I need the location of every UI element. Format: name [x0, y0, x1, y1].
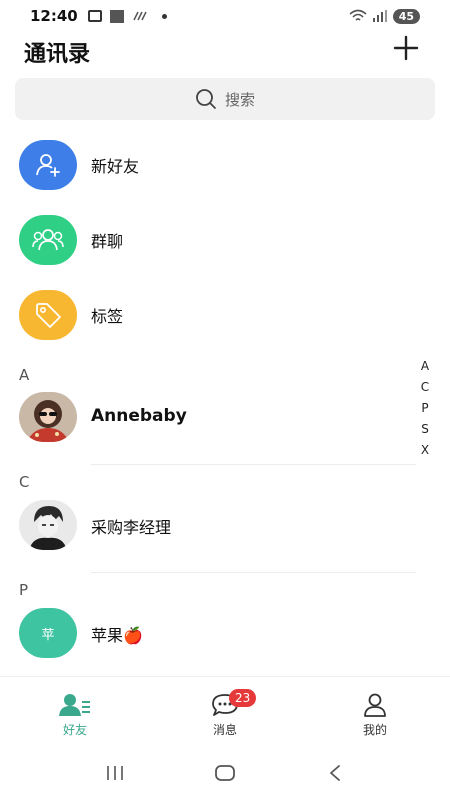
contact-row[interactable]: 采购李经理 [0, 488, 450, 596]
plus-icon [393, 35, 419, 61]
new-friend-icon-badge [19, 140, 77, 190]
search-bar[interactable]: 搜索 [15, 78, 435, 120]
home-button[interactable] [212, 760, 238, 786]
page-title: 通讯录 [24, 42, 91, 67]
friends-icon [59, 694, 90, 716]
row-divider [91, 572, 416, 573]
contacts-screen: 12:40 45 通讯录 搜索 新好友 群聊 标签 A Annebaby C 采… [0, 0, 450, 800]
bottom-nav: 好友 23 消息 我的 [0, 676, 450, 746]
signal-icon [372, 10, 387, 22]
group-chats-row[interactable]: 群聊 [0, 208, 450, 272]
new-friends-label: 新好友 [91, 157, 140, 176]
add-user-icon [36, 154, 60, 177]
index-letter-p[interactable]: P [421, 398, 428, 419]
more-notifications-dot [161, 13, 167, 19]
group-icon [32, 229, 64, 251]
tab-me[interactable]: 我的 [300, 677, 450, 746]
group-chat-icon-badge [19, 215, 77, 265]
new-friends-row[interactable]: 新好友 [0, 133, 450, 197]
screenshot-icon [87, 10, 102, 22]
tag-icon [36, 303, 61, 328]
status-system-icons: 45 [349, 8, 420, 24]
contact-name: 苹果🍎 [91, 626, 143, 645]
back-button[interactable] [322, 760, 348, 786]
tab-friends-label: 好友 [62, 723, 87, 737]
status-notification-icons [87, 9, 167, 23]
back-icon [330, 765, 340, 781]
avatar-photo-icon [19, 392, 77, 442]
tab-messages-label: 消息 [212, 723, 237, 737]
home-icon [215, 765, 235, 781]
avatar [19, 392, 77, 442]
avatar: 苹 [19, 608, 77, 658]
index-letter-x[interactable]: X [421, 440, 429, 461]
nfc-icon [133, 11, 147, 21]
avatar-photo-icon [19, 500, 77, 550]
row-divider [91, 464, 416, 465]
app-header: 通讯录 [0, 32, 450, 74]
tab-me-label: 我的 [362, 723, 387, 737]
index-letter-s[interactable]: S [421, 419, 429, 440]
alphabet-index[interactable]: A C P S X [418, 356, 432, 461]
contact-row[interactable]: Annebaby [0, 380, 450, 488]
battery-indicator: 45 [392, 8, 420, 24]
status-time: 12:40 [30, 7, 78, 25]
search-placeholder: 搜索 [224, 90, 255, 109]
recent-apps-button[interactable] [102, 760, 128, 786]
status-bar: 12:40 45 [0, 0, 450, 32]
tag-icon-badge [19, 290, 77, 340]
tags-row[interactable]: 标签 [0, 283, 450, 347]
recent-apps-icon [107, 766, 123, 780]
search-icon [196, 89, 216, 109]
tab-messages[interactable]: 23 消息 [150, 677, 300, 746]
avatar [19, 500, 77, 550]
contact-name: 采购李经理 [91, 518, 172, 537]
unread-badge: 23 [229, 689, 257, 707]
tags-label: 标签 [91, 307, 124, 326]
user-icon [364, 693, 386, 717]
index-letter-a[interactable]: A [421, 356, 429, 377]
group-chats-label: 群聊 [91, 232, 124, 251]
tab-friends[interactable]: 好友 [0, 677, 150, 746]
system-nav-bar [0, 746, 450, 800]
index-letter-c[interactable]: C [421, 377, 429, 398]
add-button[interactable] [392, 34, 420, 62]
avatar-initial: 苹 [19, 608, 77, 658]
image-notification-icon [109, 9, 124, 23]
wifi-icon [349, 9, 367, 21]
contact-name: Annebaby [91, 406, 187, 426]
